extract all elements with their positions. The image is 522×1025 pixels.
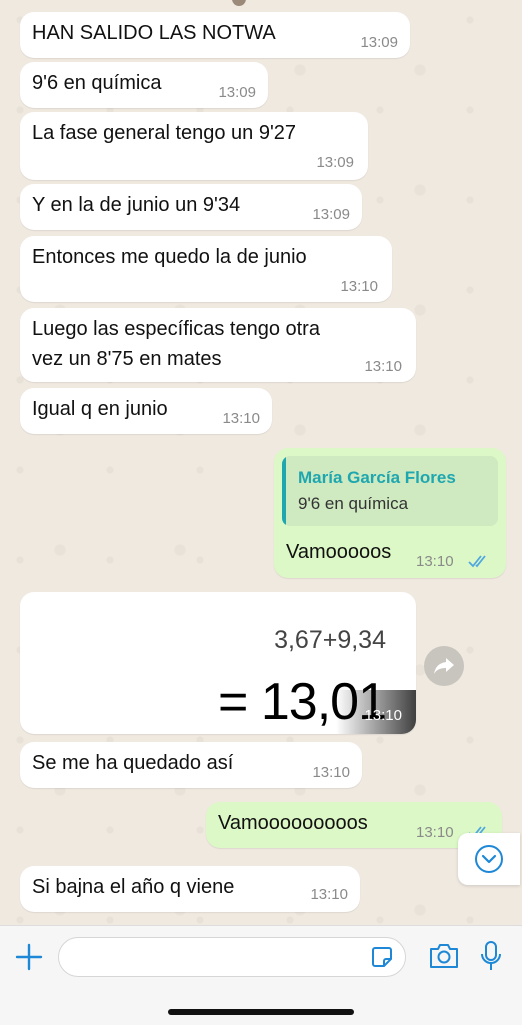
message-time: 13:09	[218, 84, 256, 101]
quote-text: 9'6 en química	[298, 494, 409, 513]
message-bubble-outgoing[interactable]: María García Flores 9'6 en química Vamoo…	[274, 448, 506, 578]
message-bubble-incoming[interactable]: La fase general tengo un 9'27 13:09	[20, 112, 368, 180]
scroll-to-bottom-button[interactable]	[458, 833, 520, 885]
compose-bar	[0, 925, 522, 1025]
image-message-calculator[interactable]: 3,67+9,34 = 13,01 13:10	[20, 592, 416, 734]
message-text: Y en la de junio un 9'34	[32, 194, 241, 216]
message-time: 13:10	[364, 358, 402, 375]
message-text: Vamooooos	[286, 541, 392, 563]
message-input[interactable]	[58, 937, 406, 977]
message-time: 13:09	[360, 34, 398, 51]
message-text: HAN SALIDO LAS NOTWA	[32, 22, 276, 44]
double-check-icon	[468, 555, 486, 568]
home-indicator	[168, 1009, 354, 1015]
message-time: 13:10	[312, 764, 350, 781]
plus-icon[interactable]	[14, 942, 44, 972]
quoted-reply[interactable]: María García Flores 9'6 en química	[282, 456, 498, 526]
message-time: 13:09	[316, 154, 354, 171]
avatar	[232, 0, 246, 6]
message-text: 9'6 en química	[32, 72, 162, 94]
message-time: 13:10	[416, 824, 454, 841]
message-text: Entonces me quedo la de junio	[32, 246, 307, 268]
message-time: 13:09	[312, 206, 350, 223]
message-bubble-incoming[interactable]: HAN SALIDO LAS NOTWA 13:09	[20, 12, 410, 58]
camera-icon[interactable]	[428, 942, 460, 970]
message-time: 13:10	[310, 886, 348, 903]
message-text: Igual q en junio	[32, 398, 168, 420]
message-bubble-incoming[interactable]: Y en la de junio un 9'34 13:09	[20, 184, 362, 230]
chat-area[interactable]: HAN SALIDO LAS NOTWA 13:09 9'6 en químic…	[0, 0, 522, 925]
message-text: Vamooooooooos	[218, 812, 368, 834]
forward-button[interactable]	[424, 646, 464, 686]
quote-accent-bar	[282, 456, 286, 526]
message-bubble-incoming[interactable]: Se me ha quedado así 13:10	[20, 742, 362, 788]
quote-author: María García Flores	[298, 468, 456, 487]
message-text-line-2: vez un 8'75 en mates	[32, 348, 222, 370]
message-time: 13:10	[222, 410, 260, 427]
message-time: 13:10	[364, 707, 402, 724]
message-text: Se me ha quedado así	[32, 752, 234, 774]
message-bubble-incoming[interactable]: Igual q en junio 13:10	[20, 388, 272, 434]
microphone-icon[interactable]	[480, 940, 502, 972]
message-time: 13:10	[416, 553, 454, 570]
chevron-down-icon	[475, 845, 503, 873]
message-text: Si bajna el año q viene	[32, 876, 235, 898]
message-bubble-incoming[interactable]: 9'6 en química 13:09	[20, 62, 268, 108]
message-bubble-incoming[interactable]: Luego las específicas tengo otra vez un …	[20, 308, 416, 382]
message-bubble-incoming[interactable]: Si bajna el año q viene 13:10	[20, 866, 360, 912]
message-text-line-1: Luego las específicas tengo otra	[32, 318, 320, 340]
forward-icon	[434, 658, 454, 674]
message-time: 13:10	[340, 278, 378, 295]
message-text: La fase general tengo un 9'27	[32, 122, 297, 144]
calculator-expression: 3,67+9,34	[274, 626, 386, 654]
message-bubble-incoming[interactable]: Entonces me quedo la de junio 13:10	[20, 236, 392, 302]
sticker-icon[interactable]	[371, 946, 393, 968]
